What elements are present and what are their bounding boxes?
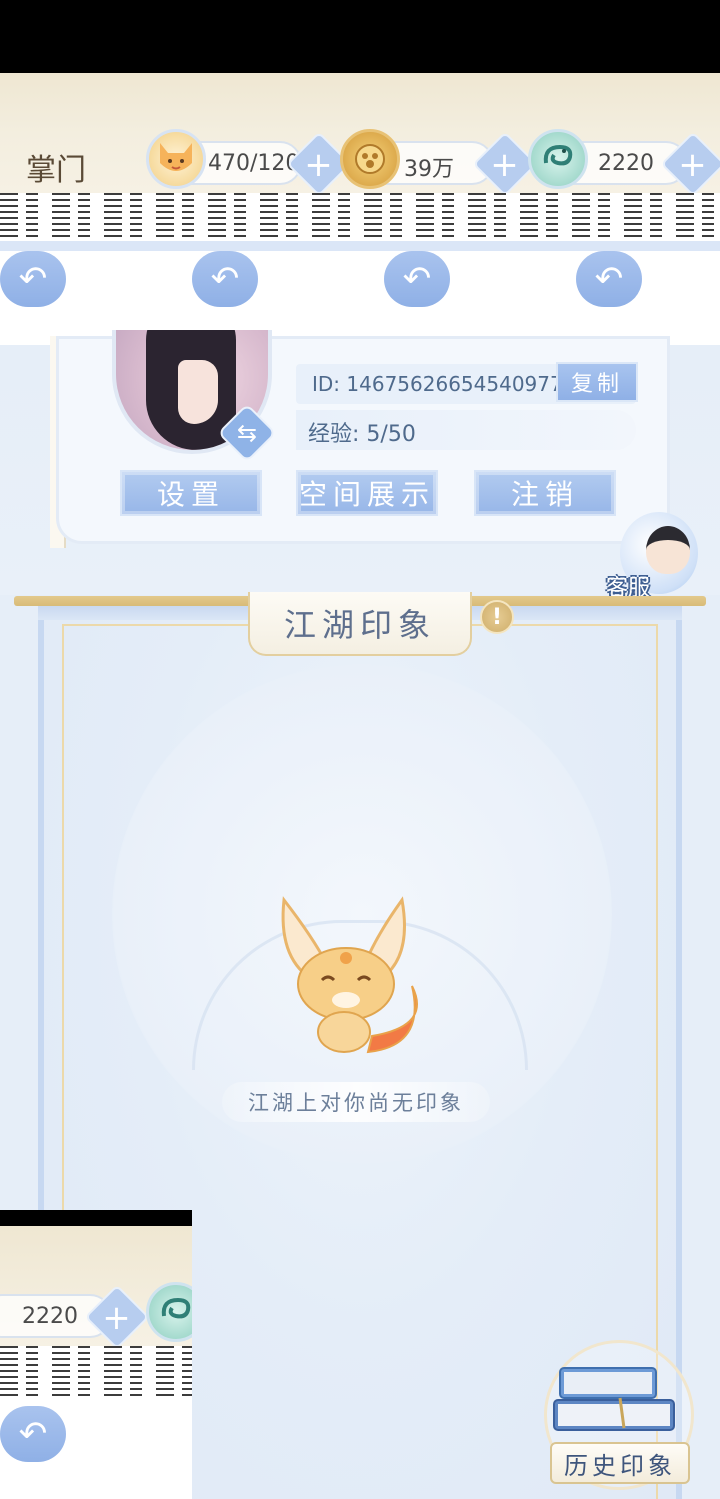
fragment-black-bar bbox=[0, 1210, 192, 1226]
coins-value: 39万 bbox=[404, 157, 454, 182]
avatar-face bbox=[178, 360, 218, 424]
jade-dragon-icon bbox=[528, 129, 588, 189]
empty-impression-text: 江湖上对你尚无印象 bbox=[222, 1082, 490, 1122]
status-bar bbox=[0, 0, 720, 73]
customer-service-avatar-icon bbox=[646, 526, 690, 574]
impression-title: 江湖印象 bbox=[248, 592, 472, 656]
exp-value: 5/50 bbox=[366, 422, 416, 447]
back-arrow-icon[interactable]: ↶ bbox=[0, 1406, 66, 1462]
jade-dragon-icon bbox=[146, 1282, 192, 1342]
user-id: ID: 146756266545409776 bbox=[312, 372, 575, 396]
back-arrow-icon[interactable]: ↶ bbox=[384, 251, 450, 307]
page-title: 掌门 bbox=[26, 153, 86, 188]
customer-service-button[interactable]: 客服 bbox=[606, 512, 702, 602]
logout-button[interactable]: 注销 bbox=[474, 470, 616, 516]
glitch-fragment: 2220 + ↶ bbox=[0, 1210, 192, 1499]
glitch-band bbox=[0, 241, 720, 251]
back-arrow-icon[interactable]: ↶ bbox=[576, 251, 642, 307]
fox-mascot-icon bbox=[281, 896, 418, 1054]
history-impression-label: 历史印象 bbox=[550, 1442, 690, 1484]
fragment-jade-value: 2220 bbox=[22, 1304, 78, 1329]
back-arrow-icon[interactable]: ↶ bbox=[192, 251, 258, 307]
books-icon bbox=[553, 1367, 675, 1431]
stamina-value: 470/120 bbox=[208, 151, 300, 176]
glitch-strip: ↶ ↶ ↶ ↶ bbox=[0, 193, 720, 345]
fox-face-icon bbox=[146, 129, 206, 189]
glitch-noise bbox=[0, 193, 720, 243]
id-value: 146756266545409776 bbox=[346, 372, 576, 396]
id-label: ID: bbox=[312, 372, 341, 396]
info-icon[interactable]: ! bbox=[480, 600, 514, 634]
resource-bar: 掌门 470/120 + 39万 + 2220 + bbox=[0, 73, 720, 197]
fragment-resource-bar: 2220 + bbox=[0, 1226, 192, 1350]
copy-id-button[interactable]: 复制 bbox=[556, 362, 638, 402]
exp-label: 经验: bbox=[308, 422, 360, 447]
back-arrow-icon[interactable]: ↶ bbox=[0, 251, 66, 307]
settings-button[interactable]: 设置 bbox=[120, 470, 262, 516]
swap-arrows-icon: ⇆ bbox=[236, 418, 258, 447]
coin-icon bbox=[340, 129, 400, 189]
fragment-noise bbox=[0, 1346, 192, 1396]
jade-value: 2220 bbox=[598, 151, 654, 176]
space-showcase-button[interactable]: 空间展示 bbox=[296, 470, 438, 516]
experience: 经验: 5/50 bbox=[308, 416, 416, 448]
history-impression-button[interactable]: 历史印象 bbox=[544, 1340, 694, 1490]
